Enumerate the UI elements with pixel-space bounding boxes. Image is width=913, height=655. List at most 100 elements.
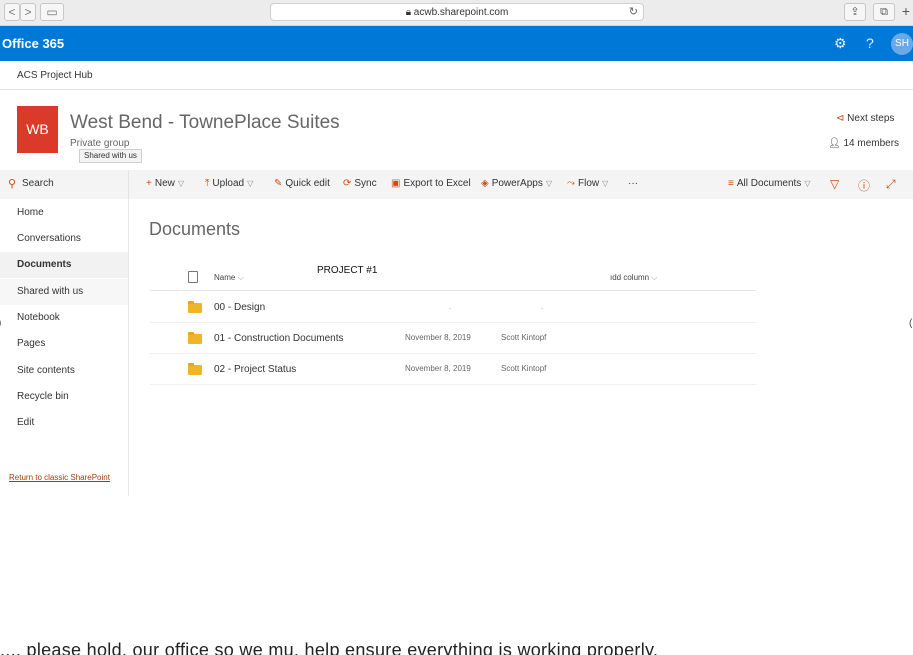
user-avatar[interactable]: SH (891, 33, 913, 55)
nav-item-conversations[interactable]: Conversations (0, 226, 128, 252)
project-annotation: PROJECT #1 (317, 265, 378, 276)
export-excel-button[interactable]: ▣ Export to Excel (391, 178, 471, 189)
list-item[interactable]: 02 - Project Status November 8, 2019 Sco… (150, 354, 756, 385)
tabs-icon[interactable]: ⧉ (873, 3, 895, 21)
browser-toolbar: < > ▭ 🔒︎ acwb.sharepoint.com ↻ ⇪ ⧉ + (0, 0, 913, 26)
list-header: Name ⌵ ıdd column ⌵ (150, 265, 756, 291)
right-edge-marker: ( (909, 318, 913, 329)
modified-by[interactable]: Scott Kintopf (501, 364, 546, 373)
modified-date: November 8, 2019 (405, 333, 471, 342)
next-steps-label: Next steps (847, 113, 895, 124)
nav-item-pages[interactable]: Pages (0, 331, 128, 357)
chevron-down-icon: ▽ (804, 179, 811, 188)
site-logo[interactable]: WB (17, 106, 58, 153)
list-item[interactable]: 00 - Design . . (150, 292, 756, 323)
left-edge-marker: ) (0, 318, 1, 329)
lock-icon: 🔒︎ (405, 7, 414, 18)
nav-item-recycle-bin[interactable]: Recycle bin (0, 384, 128, 410)
search-icon: ⚲ (8, 178, 17, 190)
members-button[interactable]: 👤︎ 14 members (828, 138, 899, 149)
megaphone-icon: ⊲ (836, 113, 848, 124)
more-button[interactable]: ··· (628, 178, 638, 189)
flow-label: Flow (578, 178, 600, 189)
sync-button[interactable]: ⟳ Sync (343, 178, 377, 189)
settings-gear-icon[interactable]: ⚙ (834, 35, 847, 52)
command-bar: ⚲ Search + New ▽ ⤒ Upload ▽ ✎ Quick edit ⟳ Syn… (0, 170, 913, 199)
add-column-header[interactable]: ıdd column ⌵ (610, 273, 657, 283)
share-icon[interactable]: ⇪ (844, 3, 866, 21)
library-title: Documents (149, 219, 241, 239)
reload-icon[interactable]: ↻ (629, 4, 638, 21)
quick-edit-label: Quick edit (285, 178, 330, 189)
folder-name[interactable]: 02 - Project Status (214, 364, 296, 375)
placeholder-dot: . (449, 302, 452, 311)
view-label: All Documents (736, 178, 802, 189)
chevron-down-icon: ▽ (177, 179, 185, 188)
new-button[interactable]: + New ▽ (146, 178, 184, 189)
export-label: Export to Excel (403, 178, 471, 189)
upload-icon: ⤒ (205, 178, 210, 189)
powerapps-button[interactable]: ◈ PowerApps ▽ (481, 178, 552, 189)
tooltip: Shared with us (79, 149, 142, 163)
flow-icon: ⤳ (567, 178, 575, 189)
privacy-label: Private group (70, 138, 130, 149)
list-icon: ≡ (728, 178, 734, 189)
folder-icon (188, 363, 202, 375)
name-column-header[interactable]: Name ⌵ (214, 273, 244, 283)
help-icon[interactable]: ? (866, 35, 874, 51)
plus-icon: + (146, 178, 152, 189)
left-navigation: Home Conversations Documents Shared with… (0, 199, 129, 496)
next-steps-button[interactable]: ⊲ Next steps (836, 113, 894, 124)
modified-date: November 8, 2019 (405, 364, 471, 373)
office365-brand[interactable]: Office 365 (2, 36, 64, 51)
info-icon[interactable]: ⓘ (858, 177, 870, 194)
powerapps-icon: ◈ (481, 178, 489, 189)
quick-edit-button[interactable]: ✎ Quick edit (274, 178, 330, 189)
new-label: New (154, 178, 175, 189)
folder-icon (188, 301, 202, 313)
expand-icon[interactable]: ⤢ (886, 177, 896, 192)
nav-item-site-contents[interactable]: Site contents (0, 358, 128, 384)
sidebar-toggle-icon[interactable]: ▭ (40, 3, 64, 21)
hub-nav-bar: ACS Project Hub (0, 61, 913, 90)
nav-item-notebook[interactable]: Notebook (0, 305, 128, 331)
view-selector[interactable]: ≡ All Documents ▽ (728, 178, 810, 189)
nav-item-documents[interactable]: Documents (0, 252, 128, 278)
chevron-down-icon: ⌵ (651, 273, 658, 282)
sync-icon: ⟳ (343, 178, 352, 189)
suite-bar: Office 365 ⚙ ? SH (0, 26, 913, 61)
members-label: 14 members (843, 138, 900, 149)
url-text: acwb.sharepoint.com (413, 7, 509, 18)
folder-name[interactable]: 01 - Construction Documents (214, 333, 344, 344)
folder-name[interactable]: 00 - Design (214, 302, 265, 313)
placeholder-dot: . (541, 302, 544, 311)
chevron-down-icon: ▽ (247, 179, 254, 188)
sync-label: Sync (354, 178, 377, 189)
chevron-down-icon: ▽ (545, 179, 552, 188)
list-item[interactable]: 01 - Construction Documents November 8, … (150, 323, 756, 354)
upload-label: Upload (212, 178, 245, 189)
forward-button[interactable]: > (20, 3, 36, 21)
nav-item-home[interactable]: Home (0, 200, 128, 226)
new-tab-button[interactable]: + (899, 3, 913, 21)
back-button[interactable]: < (4, 3, 20, 21)
filter-icon[interactable]: ▽ (830, 177, 839, 191)
hub-site-name[interactable]: ACS Project Hub (17, 70, 93, 81)
modified-by[interactable]: Scott Kintopf (501, 333, 546, 342)
excel-icon: ▣ (391, 178, 401, 189)
folder-icon (188, 332, 202, 344)
nav-item-edit[interactable]: Edit (0, 410, 128, 436)
chevron-down-icon: ▽ (602, 179, 609, 188)
search-box[interactable]: ⚲ Search (0, 170, 129, 199)
address-bar[interactable]: 🔒︎ acwb.sharepoint.com ↻ (270, 3, 644, 21)
search-label: Search (22, 178, 54, 189)
file-type-icon[interactable] (188, 271, 198, 283)
flow-button[interactable]: ⤳ Flow ▽ (567, 178, 608, 189)
nav-item-shared-with-us[interactable]: Shared with us (0, 279, 128, 305)
person-icon: 👤︎ (828, 138, 844, 149)
site-title[interactable]: West Bend - TownePlace Suites (70, 112, 340, 134)
pencil-icon: ✎ (274, 178, 283, 189)
caption-text: ..., please hold, our office so we mu, h… (0, 640, 659, 655)
upload-button[interactable]: ⤒ Upload ▽ (205, 178, 253, 189)
return-to-classic-link[interactable]: Return to classic SharePoint (9, 473, 110, 482)
